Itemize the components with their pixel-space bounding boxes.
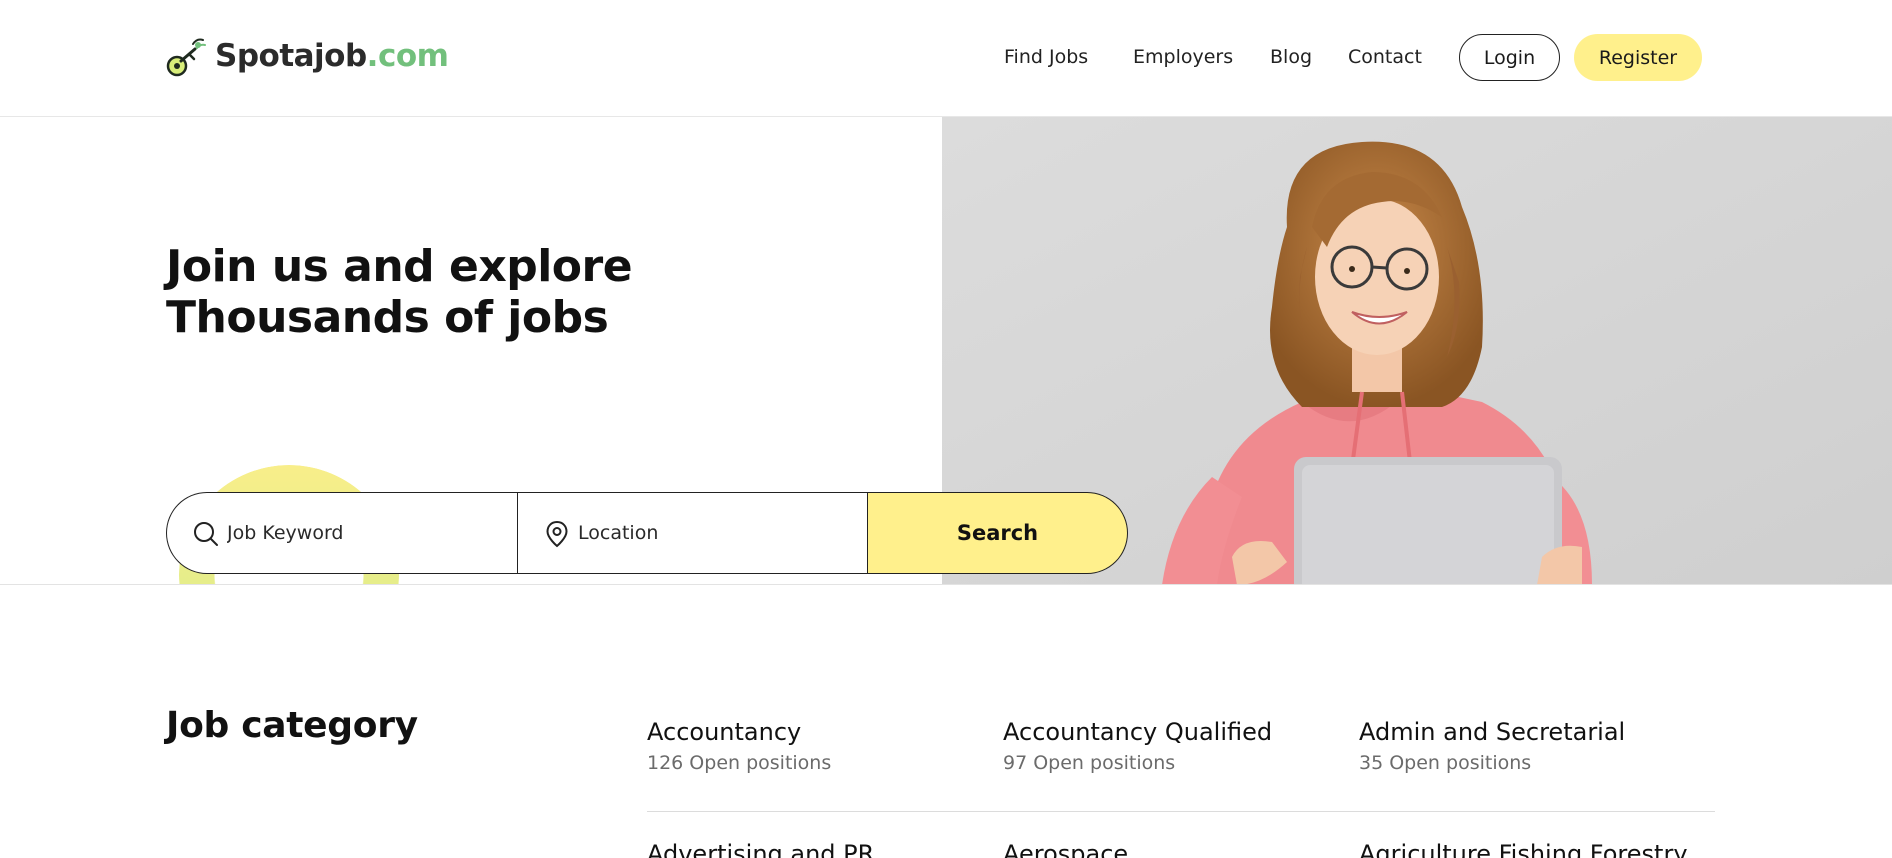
category-accountancy-qualified[interactable]: Accountancy Qualified 97 Open positions: [1003, 718, 1353, 774]
hero-section: Join us and explore Thousands of jobs Jo…: [0, 117, 1892, 585]
category-accountancy[interactable]: Accountancy 126 Open positions: [647, 718, 997, 774]
location-input[interactable]: [578, 513, 848, 553]
page: Spotajob.com Find Jobs Employers Blog Co…: [0, 0, 1892, 858]
category-admin-secretarial[interactable]: Admin and Secretarial 35 Open positions: [1359, 718, 1709, 774]
category-name: Advertising and PR: [647, 840, 875, 858]
category-count: 35 Open positions: [1359, 752, 1532, 774]
hero-title-line-1: Join us and explore: [166, 241, 633, 292]
nav-employers[interactable]: Employers: [1133, 46, 1233, 68]
category-agriculture[interactable]: Agriculture Fishing Forestry: [1359, 840, 1709, 858]
category-name: Admin and Secretarial: [1359, 718, 1626, 746]
job-keyword-input[interactable]: [227, 513, 497, 553]
nav-find-jobs[interactable]: Find Jobs: [1004, 46, 1088, 68]
location-field: [517, 492, 868, 574]
login-button[interactable]: Login: [1459, 34, 1560, 81]
category-name: Accountancy Qualified: [1003, 718, 1273, 746]
category-name: Accountancy: [647, 718, 802, 746]
category-divider: [647, 811, 1715, 812]
register-button[interactable]: Register: [1574, 34, 1702, 81]
job-search-form: Search: [166, 492, 1128, 574]
job-category-title: Job category: [166, 705, 418, 746]
category-aerospace[interactable]: Aerospace: [1003, 840, 1353, 858]
category-advertising-pr[interactable]: Advertising and PR: [647, 840, 997, 858]
search-button[interactable]: Search: [868, 492, 1128, 574]
category-count: 126 Open positions: [647, 752, 832, 774]
nav-contact[interactable]: Contact: [1348, 46, 1422, 68]
site-header: Spotajob.com Find Jobs Employers Blog Co…: [0, 0, 1892, 117]
category-name: Aerospace: [1003, 840, 1129, 858]
location-pin-icon: [546, 520, 568, 548]
hero-title-line-2: Thousands of jobs: [166, 292, 609, 343]
keyword-field: [166, 492, 517, 574]
nav-blog[interactable]: Blog: [1270, 46, 1312, 68]
category-name: Agriculture Fishing Forestry: [1359, 840, 1688, 858]
category-count: 97 Open positions: [1003, 752, 1176, 774]
main-nav: Find Jobs Employers Blog Contact Login R…: [0, 34, 1892, 82]
search-icon: [194, 522, 218, 546]
hero-title: Join us and explore Thousands of jobs: [166, 241, 766, 343]
